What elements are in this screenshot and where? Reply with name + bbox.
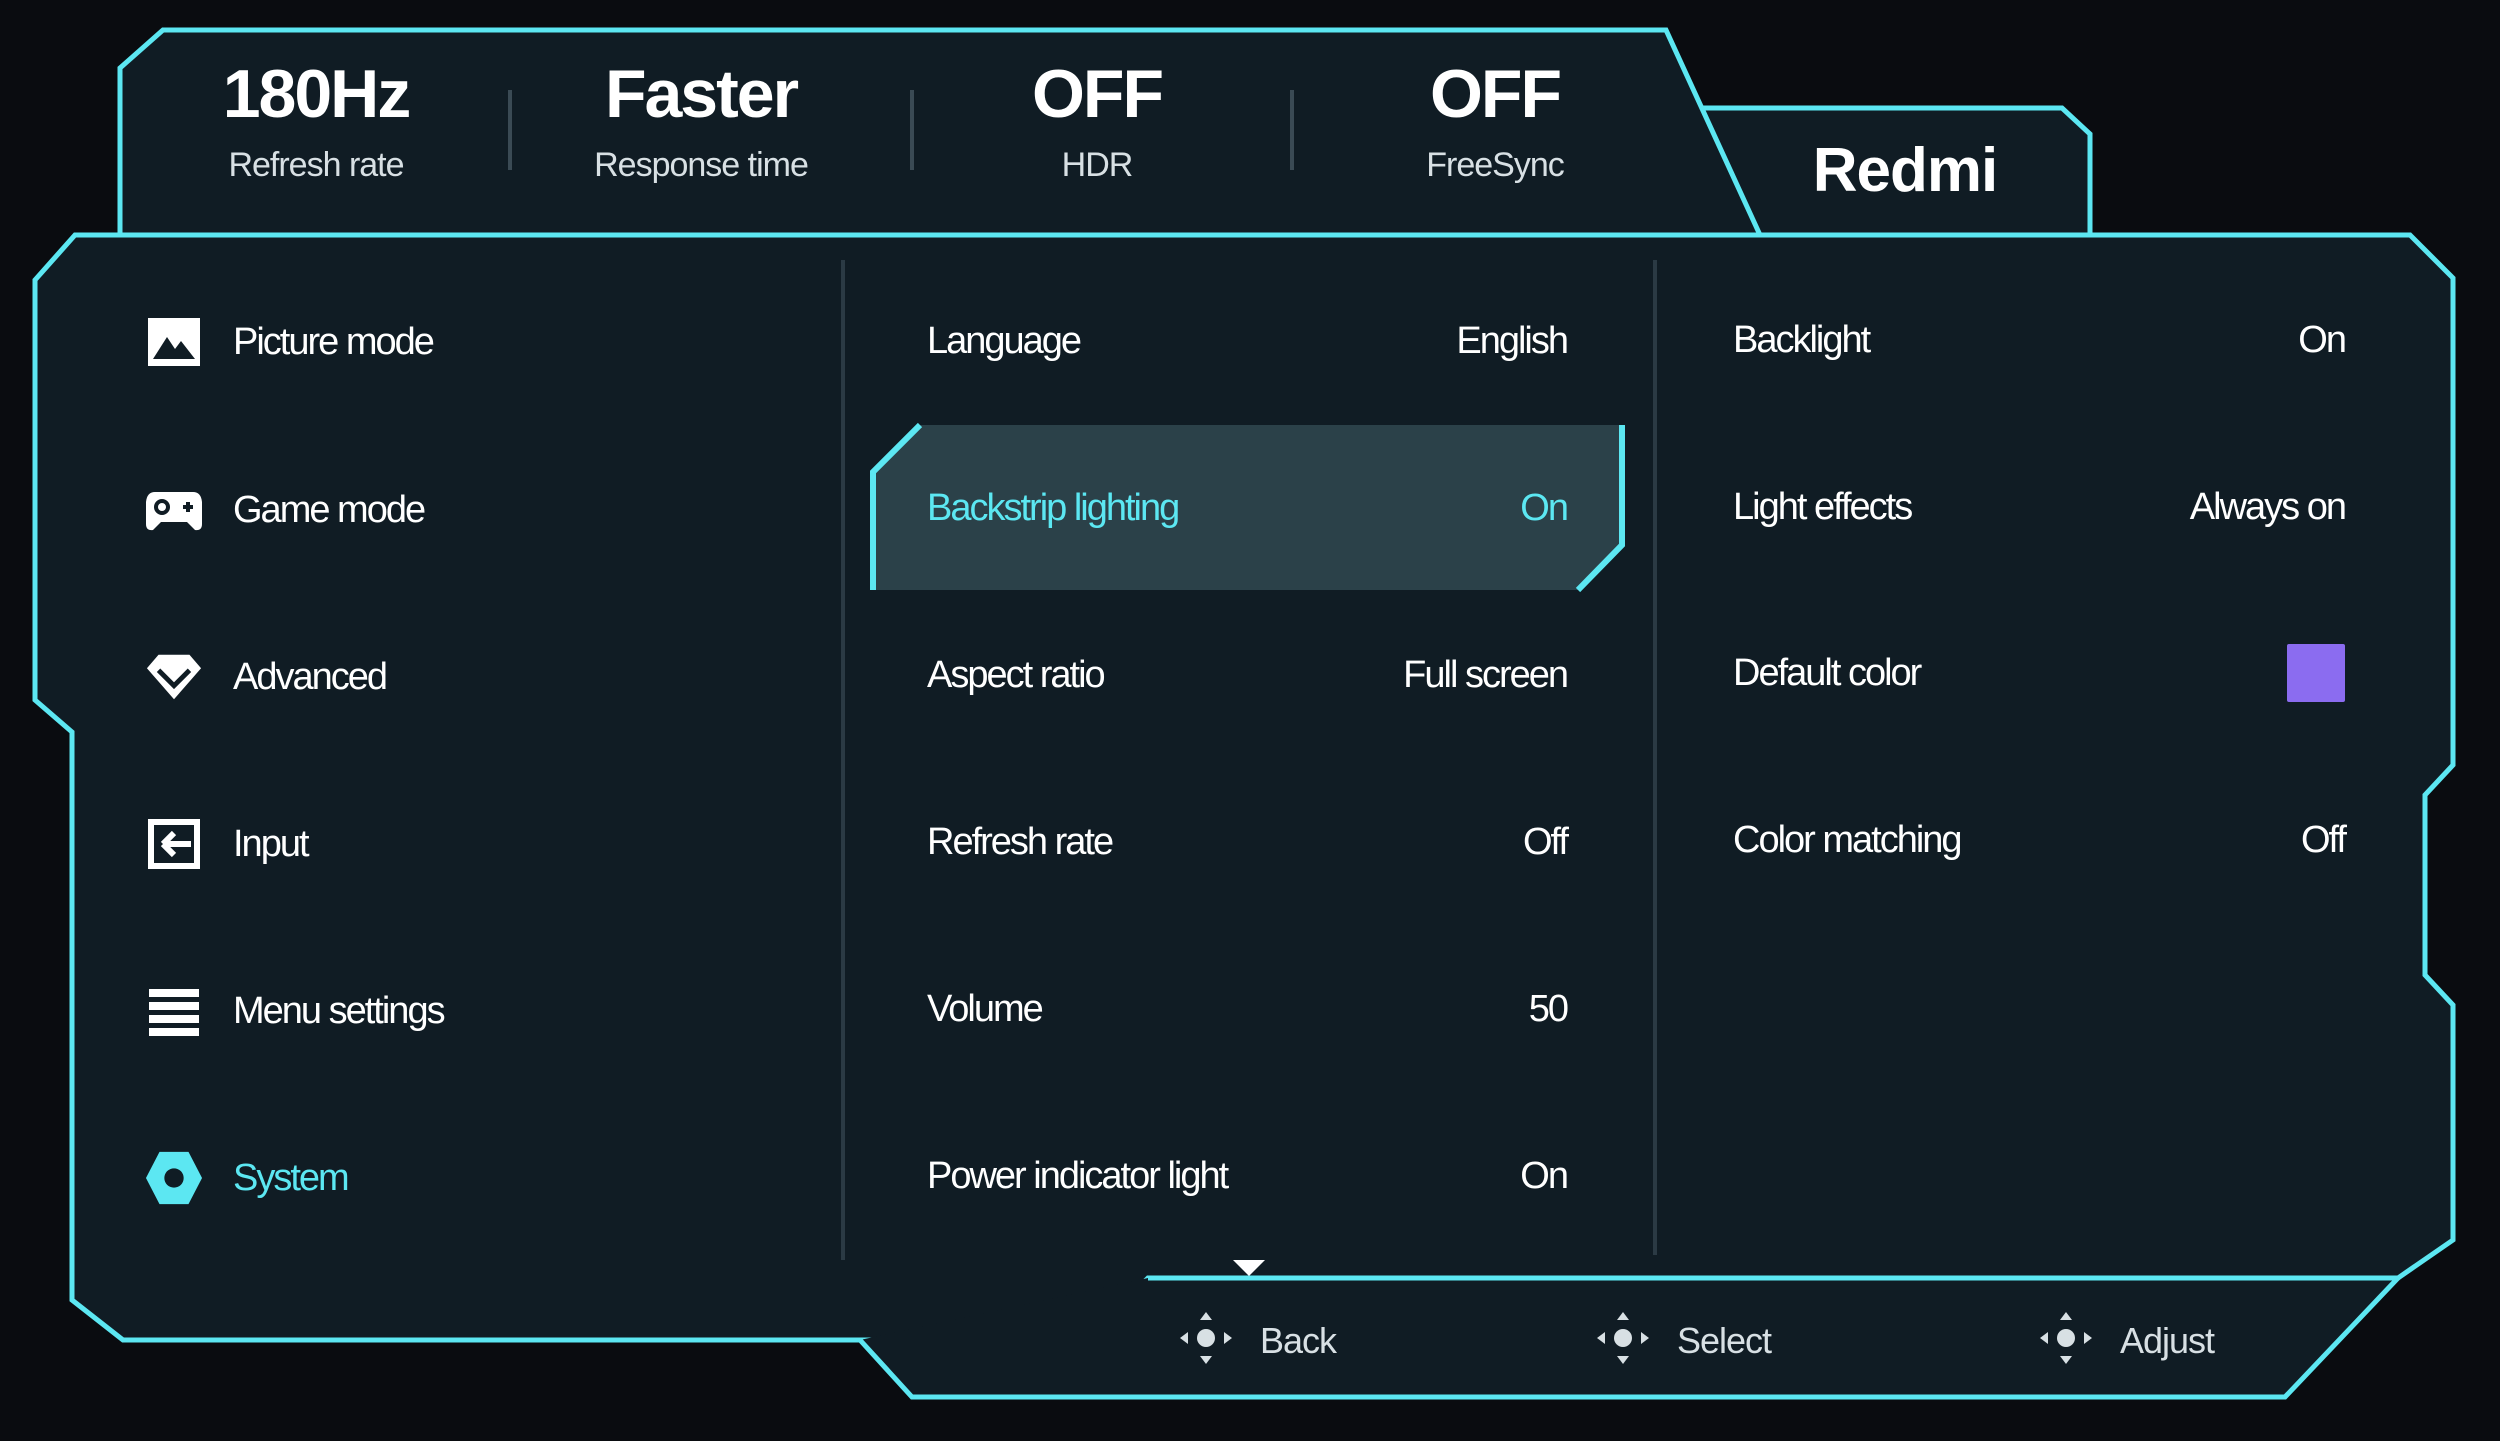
status-label: Refresh rate <box>228 146 404 184</box>
submenu-value: On <box>2298 318 2347 361</box>
setting-language[interactable]: Language English <box>927 311 1569 371</box>
setting-volume[interactable]: Volume 50 <box>927 979 1569 1039</box>
category-picture-mode[interactable]: Picture mode <box>145 313 435 371</box>
setting-value: On <box>1520 1154 1569 1197</box>
picture-icon <box>145 313 203 371</box>
category-label: Advanced <box>233 655 388 698</box>
submenu-backlight[interactable]: Backlight On <box>1733 310 2347 370</box>
status-value: OFF <box>1032 56 1164 132</box>
category-menu-settings[interactable]: Menu settings <box>145 982 446 1040</box>
status-label: HDR <box>1061 146 1134 184</box>
status-hdr: OFF HDR <box>947 60 1247 185</box>
category-label: Game mode <box>233 488 426 531</box>
setting-power-indicator-light[interactable]: Power indicator light On <box>927 1146 1569 1206</box>
setting-label: Power indicator light <box>927 1154 1229 1197</box>
dpad-icon <box>2038 1310 2094 1371</box>
status-value: OFF <box>1430 56 1562 132</box>
osd-frame <box>32 27 2456 1400</box>
setting-label: Refresh rate <box>927 820 1114 863</box>
hint-label: Back <box>1260 1319 1337 1361</box>
submenu-label: Color matching <box>1733 818 1963 861</box>
hint-adjust: Adjust <box>2038 1310 2215 1371</box>
status-label: FreeSync <box>1426 146 1565 184</box>
submenu-label: Default color <box>1733 651 1922 694</box>
input-icon <box>145 815 203 873</box>
hint-select: Select <box>1595 1310 1772 1371</box>
category-label: Picture mode <box>233 320 435 363</box>
submenu-color-matching[interactable]: Color matching Off <box>1733 810 2347 870</box>
setting-aspect-ratio[interactable]: Aspect ratio Full screen <box>927 645 1569 705</box>
category-advanced[interactable]: Advanced <box>145 648 388 706</box>
submenu-label: Light effects <box>1733 485 1913 528</box>
setting-label: Language <box>927 319 1082 362</box>
setting-value: Full screen <box>1403 653 1569 696</box>
hint-label: Select <box>1677 1319 1772 1361</box>
status-freesync: OFF FreeSync <box>1345 60 1645 185</box>
gamepad-icon <box>145 481 203 539</box>
setting-value: English <box>1456 319 1569 362</box>
setting-backstrip-lighting[interactable]: Backstrip lighting On <box>927 478 1569 538</box>
category-label: Menu settings <box>233 989 446 1032</box>
brand-logo: Redmi <box>1812 136 1998 205</box>
category-label: Input <box>233 822 310 865</box>
submenu-value: Off <box>2301 818 2347 861</box>
setting-label: Volume <box>927 987 1044 1030</box>
setting-label: Backstrip lighting <box>927 486 1180 529</box>
submenu-light-effects[interactable]: Light effects Always on <box>1733 477 2347 537</box>
status-value: Faster <box>604 56 799 132</box>
setting-value: 50 <box>1528 987 1569 1030</box>
category-system[interactable]: System <box>145 1149 350 1207</box>
status-response-time: Faster Response time <box>551 60 851 185</box>
hint-back: Back <box>1178 1310 1337 1371</box>
status-refresh-rate: 180Hz Refresh rate <box>166 60 466 185</box>
color-swatch[interactable] <box>2287 644 2345 702</box>
submenu-label: Backlight <box>1733 318 1871 361</box>
category-input[interactable]: Input <box>145 815 310 873</box>
diamond-icon <box>145 648 203 706</box>
hint-label: Adjust <box>2120 1319 2215 1361</box>
submenu-default-color[interactable]: Default color <box>1733 643 2345 703</box>
dpad-icon <box>1178 1310 1234 1371</box>
dpad-icon <box>1595 1310 1651 1371</box>
setting-refresh-rate[interactable]: Refresh rate Off <box>927 812 1569 872</box>
status-label: Response time <box>594 146 809 184</box>
submenu-value: Always on <box>2189 485 2347 528</box>
category-game-mode[interactable]: Game mode <box>145 481 426 539</box>
gear-icon <box>145 1149 203 1207</box>
menu-icon <box>145 982 203 1040</box>
category-label: System <box>233 1156 350 1199</box>
setting-value: Off <box>1523 820 1569 863</box>
setting-value: On <box>1520 486 1569 529</box>
setting-label: Aspect ratio <box>927 653 1106 696</box>
status-value: 180Hz <box>222 56 412 132</box>
